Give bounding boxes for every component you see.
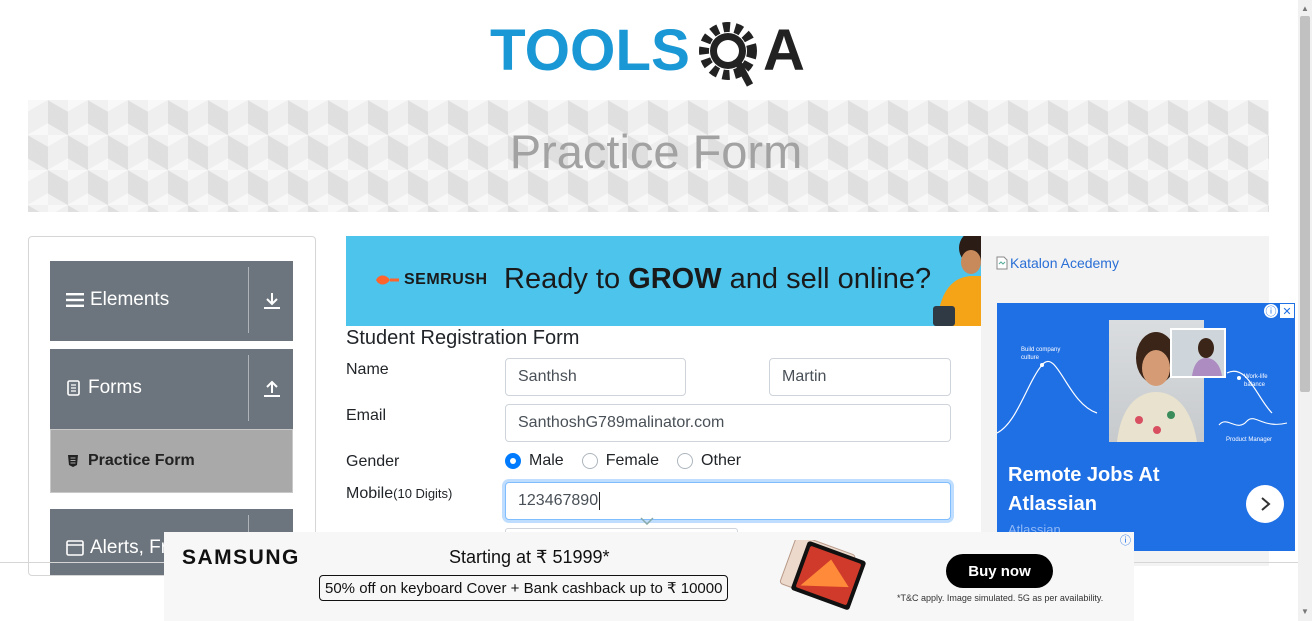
semrush-brand: SEMRUSH [404,271,488,288]
atlassian-ad[interactable]: Build company culture Work-life balance … [997,303,1295,551]
gender-label: Gender [346,453,400,470]
gender-other-radio[interactable] [677,453,694,469]
sidebar-group-label: Elements [90,289,170,310]
document-icon [67,380,80,396]
samsung-ad[interactable]: SAMSUNG Starting at ₹ 51999* 50% off on … [164,532,1134,621]
scroll-up-arrow-icon[interactable]: ▲ [1301,4,1309,13]
shield-icon [68,455,78,467]
sidebar-group-label: Forms [88,377,142,398]
text-cursor [599,492,601,510]
sidebar-group-elements[interactable]: Elements [50,261,293,341]
gender-radio-group: Male Female Other [505,452,759,470]
name-label: Name [346,361,389,378]
person-image [933,236,981,326]
form-title: Student Registration Form [346,327,580,349]
hamburger-icon [66,293,84,307]
broken-image-icon [996,256,1008,270]
page-title: Practice Form [509,125,803,178]
chevron-down-icon [640,517,654,525]
browser-window-icon [66,540,84,556]
sidebar-group-forms[interactable]: Forms [50,349,293,429]
tag-work-life: Work-life balance [1244,374,1268,388]
gender-male-option[interactable]: Male [505,452,564,470]
tablet-image [779,540,866,610]
ad-info-icon[interactable]: ⓘ [1264,304,1278,318]
scrollbar-thumb[interactable] [1300,16,1310,392]
email-input[interactable]: SanthoshG789malinator.com [505,404,951,442]
email-label: Email [346,407,387,424]
samsung-offer: 50% off on keyboard Cover + Bank cashbac… [319,575,729,601]
semrush-flame-icon [376,275,399,285]
katalon-academy-image[interactable]: Katalon Acedemy [996,255,1119,271]
samsung-logo: SAMSUNG [182,546,300,569]
ad-info-icon[interactable]: ⓘ [1119,533,1132,547]
sidebar-item-practice-form[interactable]: Practice Form [50,429,293,493]
sidebar: Elements Forms Practice Form Alerts, Fra… [28,236,316,576]
upload-arrow-icon[interactable] [261,378,283,400]
samsung-disclaimer: *T&C apply. Image simulated. 5G as per a… [897,593,1104,603]
ad-close-icon[interactable]: ✕ [1280,304,1294,318]
logo-text: TOOLS [490,18,690,83]
gender-female-radio[interactable] [581,453,598,469]
mobile-input[interactable]: 123467890 [505,482,951,520]
tag-build-culture: Build company culture [1021,347,1061,361]
scroll-down-arrow-icon[interactable]: ▼ [1301,607,1309,616]
ad-next-button[interactable] [1246,485,1284,523]
gender-other-option[interactable]: Other [677,452,741,470]
buy-now-button[interactable]: Buy now [946,554,1053,588]
person-photo-small [1170,328,1226,378]
signature-role: Product Manager [1226,437,1273,443]
ad-card-title: Remote Jobs At Atlassian [1008,464,1160,515]
logo-text-a: A [763,18,805,83]
semrush-ad[interactable]: SEMRUSH Ready to GROW and sell online? [346,236,981,326]
download-arrow-icon[interactable] [261,290,283,312]
last-name-input[interactable]: Martin [769,358,951,396]
gender-male-radio[interactable] [505,453,521,469]
ad-headline: Ready to GROW and sell online? [504,263,932,295]
mobile-label: Mobile(10 Digits) [346,485,453,502]
chevron-right-icon [1261,497,1271,511]
sidebar-item-label: Practice Form [88,452,195,469]
gender-female-option[interactable]: Female [581,452,659,470]
first-name-input[interactable]: Santhsh [505,358,686,396]
gear-icon [699,22,757,87]
samsung-price: Starting at ₹ 51999* [449,547,610,567]
toolsqa-logo[interactable]: TOOLS A [488,16,812,90]
image-alt-text: Katalon Acedemy [1010,255,1119,271]
